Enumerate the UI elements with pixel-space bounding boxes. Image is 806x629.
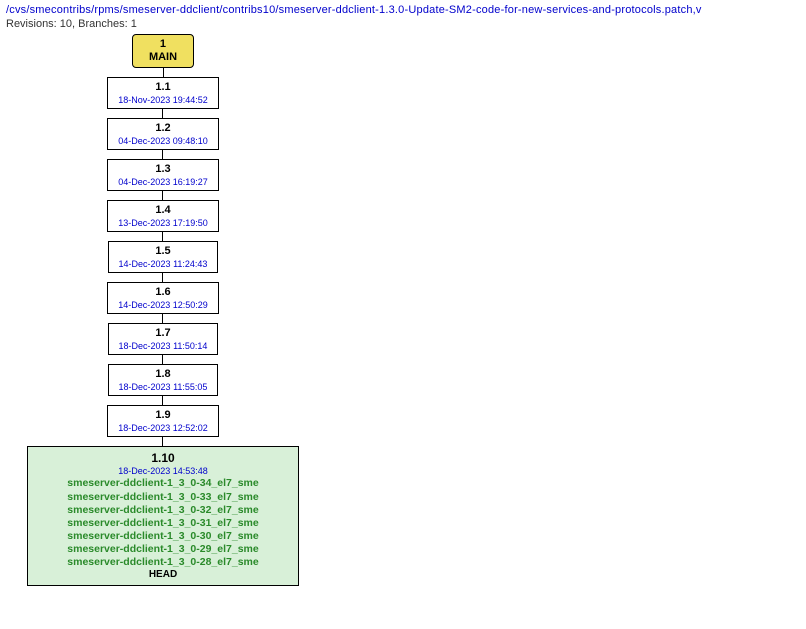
- connector-line: [163, 68, 164, 77]
- connector-line: [162, 355, 163, 364]
- revision-number: 1.1: [118, 80, 208, 94]
- connector-line: [162, 150, 163, 159]
- revision-node[interactable]: 1.614-Dec-2023 12:50:29: [107, 282, 219, 314]
- revision-number: 1.7: [119, 326, 208, 340]
- revision-date: 18-Dec-2023 11:55:05: [119, 382, 208, 394]
- revision-number: 1.9: [118, 408, 208, 422]
- revision-number: 1.6: [118, 285, 208, 299]
- revision-number: 1.8: [119, 367, 208, 381]
- revision-tree: 1 MAIN 1.118-Nov-2023 19:44:521.204-Dec-…: [8, 34, 318, 586]
- revision-date: 14-Dec-2023 11:24:43: [119, 259, 208, 271]
- connector-line: [162, 437, 163, 446]
- connector-line: [162, 314, 163, 323]
- revision-date: 04-Dec-2023 09:48:10: [118, 136, 208, 148]
- revision-tag: smeserver-ddclient-1_3_0-28_el7_sme: [36, 556, 290, 569]
- revision-node[interactable]: 1.718-Dec-2023 11:50:14: [108, 323, 219, 355]
- connector-line: [162, 396, 163, 405]
- revision-tag: smeserver-ddclient-1_3_0-32_el7_sme: [36, 504, 290, 517]
- connector-line: [162, 273, 163, 282]
- connector-line: [162, 109, 163, 118]
- head-label: HEAD: [36, 569, 290, 582]
- revision-tag: smeserver-ddclient-1_3_0-29_el7_sme: [36, 543, 290, 556]
- revision-tag: smeserver-ddclient-1_3_0-31_el7_sme: [36, 517, 290, 530]
- revision-date: 18-Nov-2023 19:44:52: [118, 95, 208, 107]
- revision-node[interactable]: 1.818-Dec-2023 11:55:05: [108, 364, 219, 396]
- revision-node[interactable]: 1.413-Dec-2023 17:19:50: [107, 200, 219, 232]
- revision-date: 04-Dec-2023 16:19:27: [118, 177, 208, 189]
- branch-id: 1: [149, 38, 177, 51]
- revision-number: 1.4: [118, 203, 208, 217]
- revision-number: 1.5: [119, 244, 208, 258]
- revision-number: 1.2: [118, 121, 208, 135]
- revision-node[interactable]: 1.514-Dec-2023 11:24:43: [108, 241, 219, 273]
- revision-date: 18-Dec-2023 12:52:02: [118, 423, 208, 435]
- revision-tag: smeserver-ddclient-1_3_0-30_el7_sme: [36, 530, 290, 543]
- revision-date: 13-Dec-2023 17:19:50: [118, 218, 208, 230]
- connector-line: [162, 191, 163, 200]
- revision-node[interactable]: 1.304-Dec-2023 16:19:27: [107, 159, 219, 191]
- revision-summary: Revisions: 10, Branches: 1: [6, 18, 800, 30]
- file-path: /cvs/smecontribs/rpms/smeserver-ddclient…: [6, 4, 800, 16]
- revision-date: 18-Dec-2023 14:53:48: [36, 466, 290, 477]
- revision-graph: 1 MAIN 1.118-Nov-2023 19:44:521.204-Dec-…: [0, 34, 806, 586]
- revision-date: 14-Dec-2023 12:50:29: [118, 300, 208, 312]
- revision-node[interactable]: 1.918-Dec-2023 12:52:02: [107, 405, 219, 437]
- revision-number: 1.3: [118, 162, 208, 176]
- revision-tag: smeserver-ddclient-1_3_0-34_el7_sme: [36, 477, 290, 490]
- revision-node-head[interactable]: 1.10 18-Dec-2023 14:53:48 smeserver-ddcl…: [27, 446, 299, 586]
- branch-name: MAIN: [149, 51, 177, 64]
- connector-line: [162, 232, 163, 241]
- revision-number: 1.10: [36, 451, 290, 466]
- branch-label-main[interactable]: 1 MAIN: [132, 34, 194, 68]
- page-header: /cvs/smecontribs/rpms/smeserver-ddclient…: [0, 0, 806, 30]
- revision-node[interactable]: 1.118-Nov-2023 19:44:52: [107, 77, 219, 109]
- revision-date: 18-Dec-2023 11:50:14: [119, 341, 208, 353]
- revision-node[interactable]: 1.204-Dec-2023 09:48:10: [107, 118, 219, 150]
- revision-tag: smeserver-ddclient-1_3_0-33_el7_sme: [36, 491, 290, 504]
